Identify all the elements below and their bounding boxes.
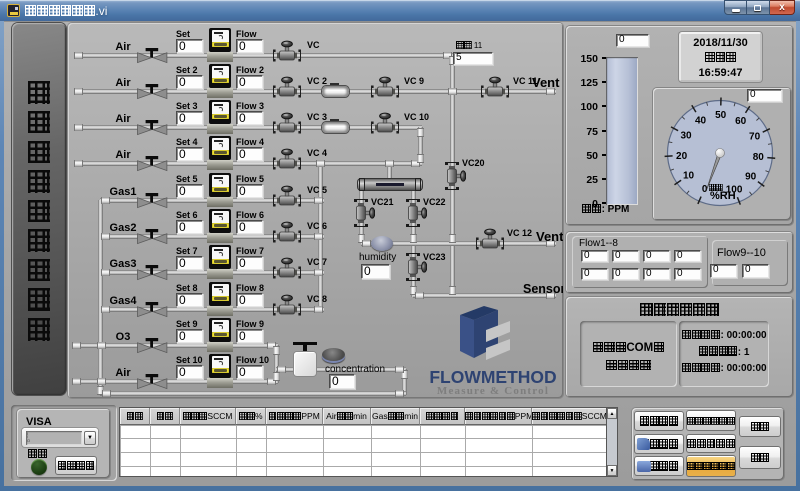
svg-text:20: 20 <box>676 151 688 162</box>
svg-text:Measure & Control: Measure & Control <box>437 385 549 397</box>
svg-text:80: 80 <box>753 152 765 163</box>
svg-text:10: 10 <box>683 171 695 182</box>
svg-text:30: 30 <box>680 130 692 141</box>
svg-text:40: 40 <box>695 115 707 126</box>
svg-text:90: 90 <box>745 172 757 183</box>
svg-text:50: 50 <box>715 110 727 121</box>
svg-text:70: 70 <box>749 132 761 143</box>
svg-text:FLOWMETHOD: FLOWMETHOD <box>429 367 556 387</box>
svg-text:60: 60 <box>735 116 747 127</box>
svg-text:0: 0 <box>702 184 708 195</box>
